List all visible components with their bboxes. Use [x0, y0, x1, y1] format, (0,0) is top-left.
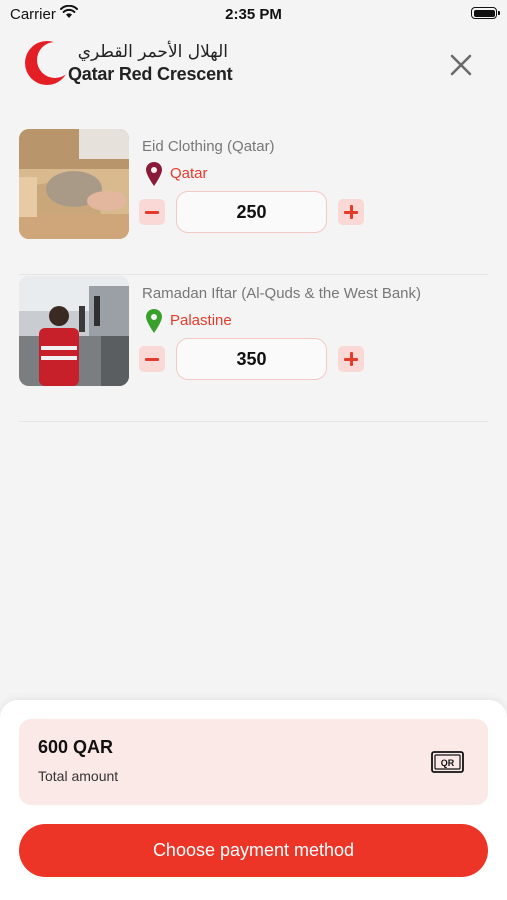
list-item: Eid Clothing (Qatar) Qatar 250 [0, 129, 507, 275]
logo-english-text: Qatar Red Crescent [68, 64, 233, 84]
item-title: Ramadan Iftar (Al-Quds & the West Bank) [142, 285, 422, 302]
status-bar: Carrier 2:35 PM [0, 0, 507, 30]
checkout-sheet: 600 QAR Total amount QR Choose payment m… [0, 700, 507, 900]
close-icon[interactable] [448, 52, 474, 78]
total-card: 600 QAR Total amount QR [19, 719, 488, 805]
divider [19, 421, 488, 422]
decrease-quantity-button[interactable] [139, 199, 165, 225]
increase-quantity-button[interactable] [338, 346, 364, 372]
qatari-riyal-icon-text: QR [441, 758, 455, 768]
quantity-input[interactable]: 250 [176, 191, 327, 233]
list-item: Ramadan Iftar (Al-Quds & the West Bank) … [0, 276, 507, 422]
location-pin-icon [146, 309, 162, 333]
battery-icon [471, 7, 500, 19]
item-title: Eid Clothing (Qatar) [142, 138, 275, 155]
qatari-riyal-icon: QR [431, 751, 464, 773]
decrease-quantity-button[interactable] [139, 346, 165, 372]
clock: 2:35 PM [225, 6, 282, 23]
item-location: Qatar [170, 165, 208, 182]
ramadan-iftar-image [19, 276, 129, 386]
choose-payment-method-button[interactable]: Choose payment method [19, 824, 488, 877]
location-pin-icon [146, 162, 162, 186]
logo-arabic-text: الهلال الأحمر القطري [77, 42, 228, 62]
total-amount: 600 QAR [38, 737, 114, 757]
quantity-input[interactable]: 350 [176, 338, 327, 380]
total-label: Total amount [38, 768, 119, 784]
eid-clothing-image [19, 129, 129, 239]
divider [19, 274, 488, 275]
item-location: Palastine [170, 312, 232, 329]
increase-quantity-button[interactable] [338, 199, 364, 225]
crescent-logo-icon [25, 41, 70, 85]
